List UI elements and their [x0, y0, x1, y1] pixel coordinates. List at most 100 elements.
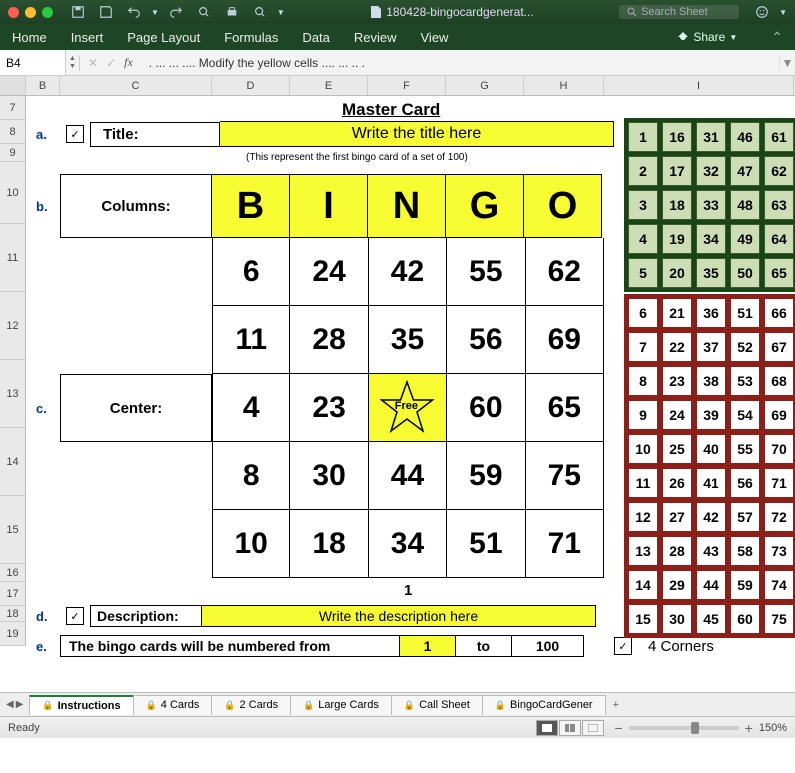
green-cell-61[interactable]: 61: [764, 122, 794, 152]
red-cell-60[interactable]: 60: [730, 604, 760, 634]
zoom-in-icon[interactable]: [253, 5, 267, 19]
col-header-G[interactable]: G: [446, 76, 524, 95]
red-cell-56[interactable]: 56: [730, 468, 760, 498]
ribbon-collapse-icon[interactable]: ⌃: [771, 29, 783, 46]
row-header-13[interactable]: 13: [0, 360, 26, 428]
fx-icon[interactable]: fx: [124, 55, 133, 70]
col-header-H[interactable]: H: [524, 76, 604, 95]
row-header-14[interactable]: 14: [0, 428, 26, 496]
green-cell-2[interactable]: 2: [628, 156, 658, 186]
row-header-9[interactable]: 9: [0, 144, 26, 162]
zoom-slider[interactable]: [629, 726, 739, 730]
row-header-11[interactable]: 11: [0, 224, 26, 292]
bingo-cell-3-0[interactable]: 8: [212, 442, 290, 510]
red-cell-36[interactable]: 36: [696, 298, 726, 328]
formula-expand-icon[interactable]: ▼: [779, 56, 795, 70]
page-break-view-button[interactable]: [582, 720, 604, 736]
green-cell-65[interactable]: 65: [764, 258, 794, 288]
bingo-cell-3-4[interactable]: 75: [526, 442, 604, 510]
green-cell-19[interactable]: 19: [662, 224, 692, 254]
red-cell-9[interactable]: 9: [628, 400, 658, 430]
red-cell-21[interactable]: 21: [662, 298, 692, 328]
red-cell-23[interactable]: 23: [662, 366, 692, 396]
maximize-window-icon[interactable]: [42, 7, 53, 18]
bingo-cell-2-0[interactable]: 4: [212, 374, 290, 442]
green-cell-17[interactable]: 17: [662, 156, 692, 186]
red-cell-7[interactable]: 7: [628, 332, 658, 362]
col-header-I[interactable]: I: [604, 76, 794, 95]
row-header-10[interactable]: 10: [0, 162, 26, 224]
col-header-C[interactable]: C: [60, 76, 212, 95]
red-cell-51[interactable]: 51: [730, 298, 760, 328]
col-header-D[interactable]: D: [212, 76, 290, 95]
bingo-cell-0-1[interactable]: 24: [290, 238, 368, 306]
green-cell-4[interactable]: 4: [628, 224, 658, 254]
sheet-tab-4-cards[interactable]: 🔒4 Cards: [133, 695, 213, 715]
green-cell-20[interactable]: 20: [662, 258, 692, 288]
row-header-12[interactable]: 12: [0, 292, 26, 360]
redo-icon[interactable]: [169, 5, 183, 19]
green-cell-48[interactable]: 48: [730, 190, 760, 220]
zoom-out-button[interactable]: −: [614, 720, 622, 736]
red-cell-26[interactable]: 26: [662, 468, 692, 498]
red-cell-29[interactable]: 29: [662, 570, 692, 600]
sheet-tab-large-cards[interactable]: 🔒Large Cards: [290, 695, 392, 715]
sheet-tab-2-cards[interactable]: 🔒2 Cards: [211, 695, 291, 715]
bingo-cell-2-3[interactable]: 60: [447, 374, 525, 442]
print-icon[interactable]: [225, 5, 239, 19]
bingo-cell-1-3[interactable]: 56: [447, 306, 525, 374]
red-cell-68[interactable]: 68: [764, 366, 794, 396]
red-cell-43[interactable]: 43: [696, 536, 726, 566]
formula-input[interactable]: . ... ... .... Modify the yellow cells .…: [147, 56, 779, 70]
bingo-cell-0-2[interactable]: 42: [369, 238, 447, 306]
name-box[interactable]: B4: [0, 50, 66, 75]
red-cell-22[interactable]: 22: [662, 332, 692, 362]
red-cell-71[interactable]: 71: [764, 468, 794, 498]
row-header-16[interactable]: 16: [0, 564, 26, 582]
bingo-cell-4-2[interactable]: 34: [369, 510, 447, 578]
select-all-corner[interactable]: [0, 76, 26, 95]
close-window-icon[interactable]: [8, 7, 19, 18]
number-to-cell[interactable]: 100: [512, 635, 584, 657]
green-cell-49[interactable]: 49: [730, 224, 760, 254]
sheet-content[interactable]: Master Card a. ✓ Title: Write the title …: [26, 96, 795, 738]
row-header-19[interactable]: 19: [0, 622, 26, 646]
red-cell-6[interactable]: 6: [628, 298, 658, 328]
red-cell-28[interactable]: 28: [662, 536, 692, 566]
red-cell-69[interactable]: 69: [764, 400, 794, 430]
tab-review[interactable]: Review: [354, 30, 397, 45]
row-header-15[interactable]: 15: [0, 496, 26, 564]
tab-page-layout[interactable]: Page Layout: [127, 30, 200, 45]
share-button[interactable]: Share ▼: [677, 30, 737, 44]
red-cell-15[interactable]: 15: [628, 604, 658, 634]
green-cell-35[interactable]: 35: [696, 258, 726, 288]
bingo-cell-4-0[interactable]: 10: [212, 510, 290, 578]
red-cell-25[interactable]: 25: [662, 434, 692, 464]
bingo-cell-3-3[interactable]: 59: [447, 442, 525, 510]
red-cell-10[interactable]: 10: [628, 434, 658, 464]
tab-formulas[interactable]: Formulas: [224, 30, 278, 45]
bingo-cell-4-3[interactable]: 51: [447, 510, 525, 578]
title-checkbox[interactable]: ✓: [66, 125, 84, 143]
bingo-cell-0-4[interactable]: 62: [526, 238, 604, 306]
namebox-stepper[interactable]: ▲▼: [66, 55, 80, 71]
sheet-tab-instructions[interactable]: 🔒Instructions: [29, 695, 133, 715]
feedback-icon[interactable]: [755, 5, 769, 19]
red-cell-27[interactable]: 27: [662, 502, 692, 532]
row-header-17[interactable]: 17: [0, 582, 26, 606]
red-cell-40[interactable]: 40: [696, 434, 726, 464]
row-header-7[interactable]: 7: [0, 96, 26, 120]
green-cell-3[interactable]: 3: [628, 190, 658, 220]
page-layout-view-button[interactable]: [559, 720, 581, 736]
red-cell-75[interactable]: 75: [764, 604, 794, 634]
row-header-8[interactable]: 8: [0, 120, 26, 144]
red-cell-8[interactable]: 8: [628, 366, 658, 396]
title-input-cell[interactable]: Write the title here: [220, 121, 614, 147]
col-header-E[interactable]: E: [290, 76, 368, 95]
red-cell-14[interactable]: 14: [628, 570, 658, 600]
red-cell-41[interactable]: 41: [696, 468, 726, 498]
tab-view[interactable]: View: [421, 30, 449, 45]
confirm-icon[interactable]: ✓: [106, 56, 116, 70]
red-cell-74[interactable]: 74: [764, 570, 794, 600]
red-cell-24[interactable]: 24: [662, 400, 692, 430]
